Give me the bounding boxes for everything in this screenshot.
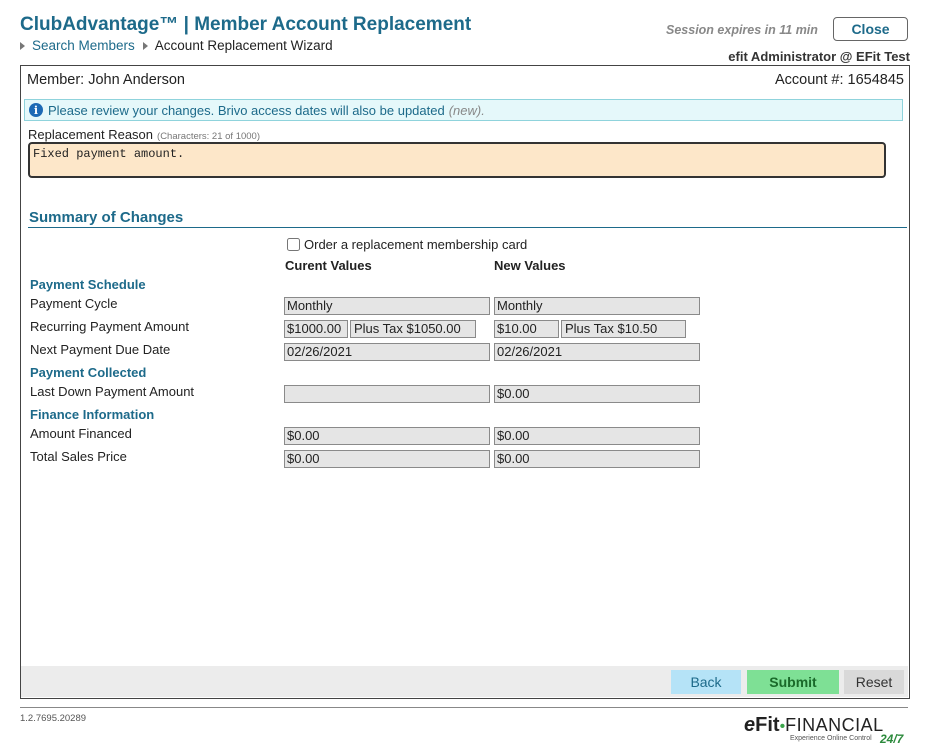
footer-divider xyxy=(20,707,908,708)
finance-information-heading: Finance Information xyxy=(30,407,155,422)
amount-financed-current: $0.00 xyxy=(284,427,490,445)
recurring-amount-new: $10.00 xyxy=(494,320,559,338)
replacement-reason-input[interactable] xyxy=(28,142,886,178)
amount-financed-new: $0.00 xyxy=(494,427,700,445)
logo-fit: Fit xyxy=(755,714,780,736)
total-sales-price-current: $0.00 xyxy=(284,450,490,468)
page-title: ClubAdvantage™ | Member Account Replacem… xyxy=(20,14,472,35)
reset-button[interactable]: Reset xyxy=(844,670,904,694)
payment-cycle-label: Payment Cycle xyxy=(30,296,118,311)
summary-divider xyxy=(28,227,907,228)
logo-tagline: Experience Online Control xyxy=(790,735,872,742)
total-sales-price-new: $0.00 xyxy=(494,450,700,468)
next-due-date-new: 02/26/2021 xyxy=(494,343,700,361)
info-suffix: . xyxy=(481,102,485,118)
total-sales-price-label: Total Sales Price xyxy=(30,449,127,464)
next-due-date-label: Next Payment Due Date xyxy=(30,342,171,357)
order-card-option[interactable]: Order a replacement membership card xyxy=(287,237,527,252)
back-button[interactable]: Back xyxy=(671,670,741,694)
recurring-tax-current: Plus Tax $1050.00 xyxy=(350,320,476,338)
payment-schedule-heading: Payment Schedule xyxy=(30,277,146,292)
payment-cycle-new: Monthly xyxy=(494,297,700,315)
submit-button[interactable]: Submit xyxy=(747,670,839,694)
logo-financial: FINANCIAL xyxy=(785,715,884,735)
user-info: efit Administrator @ EFit Test xyxy=(728,49,910,64)
replacement-reason-label: Replacement Reason (Characters: 21 of 100… xyxy=(28,127,260,142)
info-banner: i Please review your changes. Brivo acce… xyxy=(24,99,903,121)
payment-cycle-current: Monthly xyxy=(284,297,490,315)
info-message: Please review your changes. Brivo access… xyxy=(48,102,445,118)
recurring-amount-label: Recurring Payment Amount xyxy=(30,319,189,334)
breadcrumb: Search Members Account Replacement Wizar… xyxy=(20,38,333,53)
summary-heading: Summary of Changes xyxy=(29,209,184,226)
replacement-reason-title: Replacement Reason xyxy=(28,127,154,142)
account-number: Account #: 1654845 xyxy=(775,72,904,88)
order-card-label: Order a replacement membership card xyxy=(304,237,528,252)
last-down-payment-label: Last Down Payment Amount xyxy=(30,384,195,399)
payment-collected-heading: Payment Collected xyxy=(30,365,147,380)
close-button[interactable]: Close xyxy=(833,17,908,41)
breadcrumb-arrow-icon xyxy=(20,41,25,50)
current-values-header: Curent Values xyxy=(285,258,372,273)
version-number: 1.2.7695.20289 xyxy=(20,713,87,724)
breadcrumb-search-members-link[interactable]: Search Members xyxy=(32,38,135,53)
session-timer: Session expires in 11 min xyxy=(666,23,818,37)
efit-financial-logo: eFit•FINANCIAL xyxy=(744,714,884,737)
recurring-amount-current: $1000.00 xyxy=(284,320,348,338)
new-values-header: New Values xyxy=(494,258,566,273)
member-name: Member: John Anderson xyxy=(27,72,185,88)
info-new-tag: (new) xyxy=(448,102,482,118)
last-down-payment-new: $0.00 xyxy=(494,385,700,403)
next-due-date-current: 02/26/2021 xyxy=(284,343,490,361)
order-card-checkbox[interactable] xyxy=(287,238,300,251)
breadcrumb-arrow-icon xyxy=(142,41,148,50)
recurring-tax-new: Plus Tax $10.50 xyxy=(561,320,686,338)
character-counter: (Characters: 21 of 1000) xyxy=(157,131,261,142)
last-down-payment-current xyxy=(284,385,490,403)
info-icon: i xyxy=(29,103,43,117)
amount-financed-label: Amount Financed xyxy=(30,426,132,441)
breadcrumb-current: Account Replacement Wizard xyxy=(154,38,333,53)
logo-e: e xyxy=(744,714,756,736)
logo-247: 24/7 xyxy=(880,732,904,746)
